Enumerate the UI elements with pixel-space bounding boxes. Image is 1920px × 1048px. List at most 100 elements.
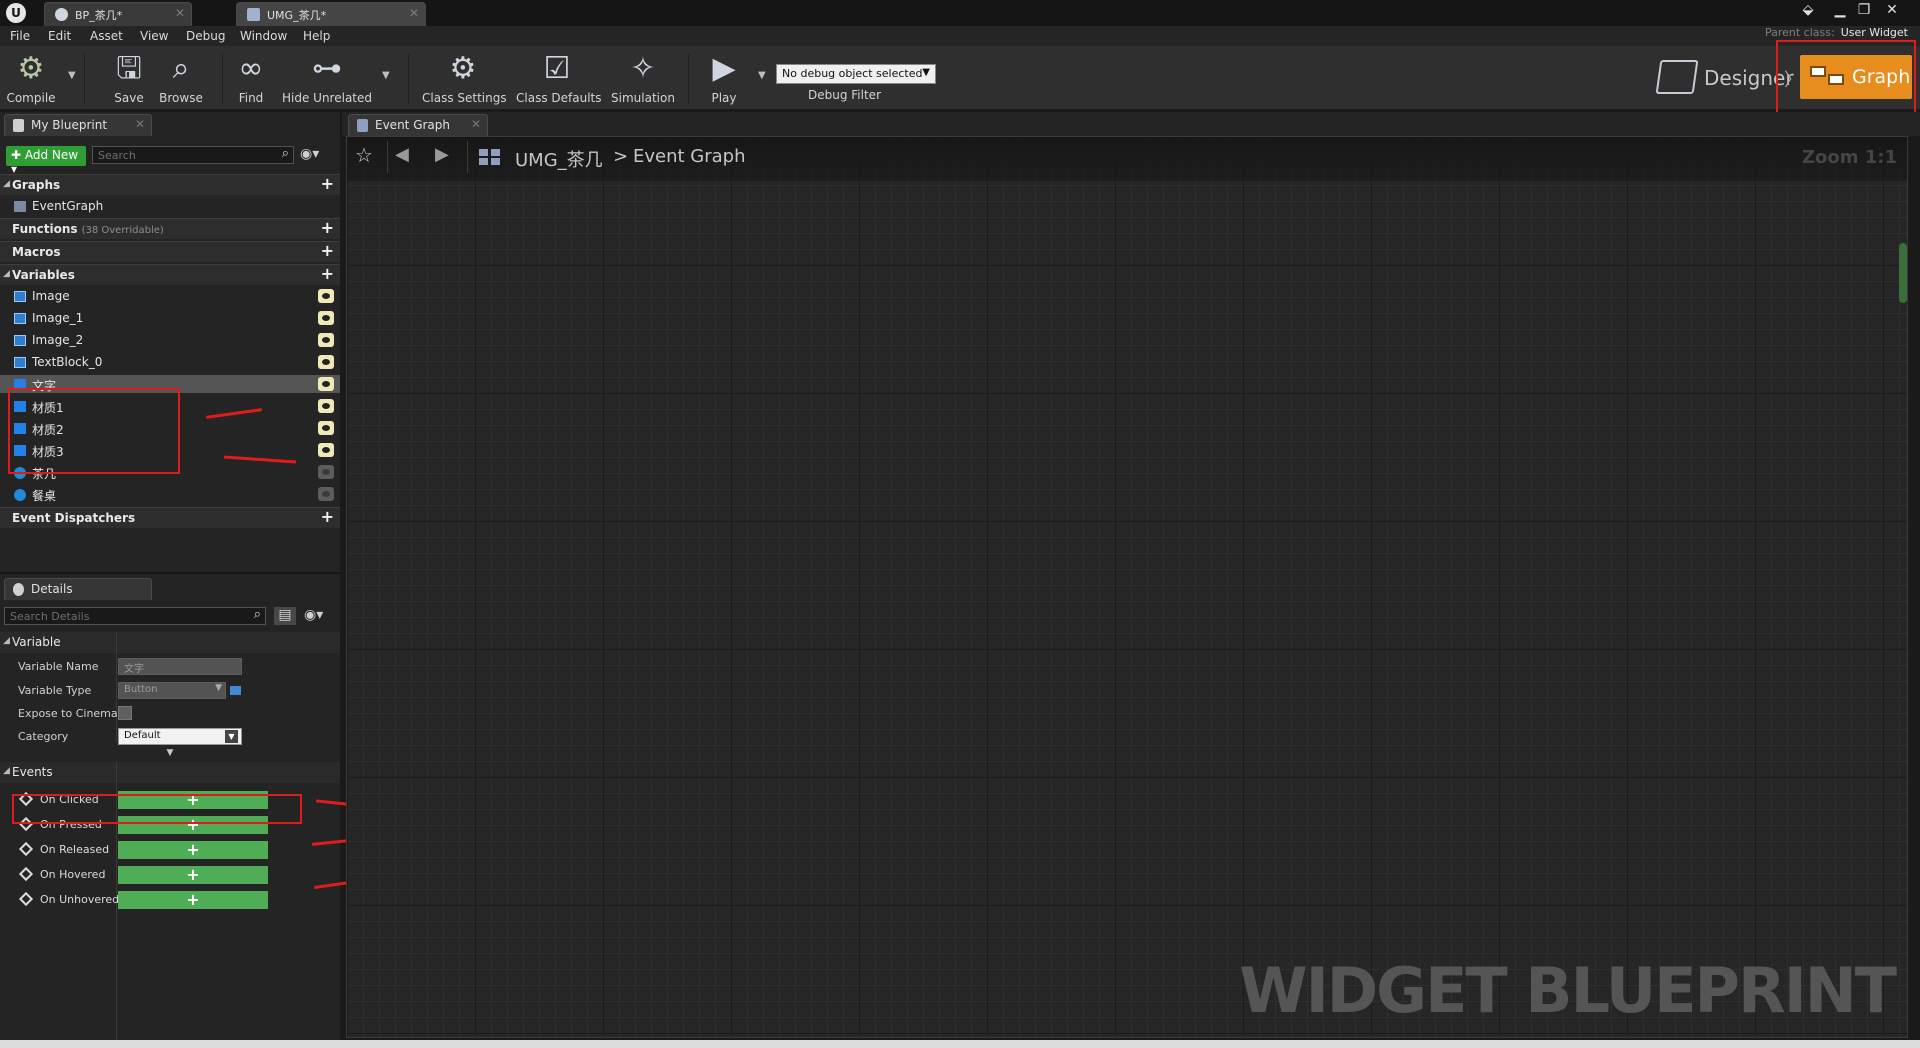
my-blueprint-search-input[interactable]: Search ⌕ (92, 146, 294, 164)
visibility-eye-icon[interactable] (318, 355, 334, 369)
minimize-button[interactable]: ▁ (1828, 1, 1852, 21)
variable-row[interactable]: Image_2 (0, 331, 340, 349)
section-events[interactable]: ◢ Events (0, 762, 340, 783)
visibility-eye-icon[interactable] (318, 465, 334, 479)
visibility-eye-icon[interactable] (318, 399, 334, 413)
menu-help[interactable]: Help (303, 29, 330, 43)
save-button[interactable]: 🖫 Save (106, 50, 152, 108)
panel-splitter[interactable] (0, 572, 340, 574)
visibility-eye-icon[interactable] (318, 333, 334, 347)
section-title: Events (12, 765, 53, 779)
details-search-input[interactable]: Search Details ⌕ (4, 607, 266, 625)
favorite-star-icon[interactable]: ☆ (355, 143, 373, 167)
tab-details[interactable]: Details (4, 578, 152, 600)
forward-arrow-icon[interactable]: ▶ (435, 144, 449, 165)
section-title: Event Dispatchers (12, 511, 136, 525)
compile-button[interactable]: ⚙ Compile (4, 50, 58, 108)
breadcrumb-root[interactable]: UMG_茶几 (515, 146, 603, 172)
debug-object-select[interactable]: No debug object selected ▼ (776, 64, 936, 84)
play-options-dropdown-icon[interactable]: ▼ (758, 70, 766, 81)
close-window-button[interactable]: ✕ (1880, 1, 1904, 21)
section-variables[interactable]: ◢ Variables + (0, 264, 340, 285)
unreal-logo-icon[interactable]: U (6, 3, 26, 23)
hide-unrelated-button[interactable]: ⊶ Hide Unrelated (282, 50, 372, 108)
advanced-expand-icon[interactable]: ▼ (0, 748, 340, 760)
variable-row[interactable]: 餐桌 (0, 485, 340, 503)
section-event-dispatchers[interactable]: Event Dispatchers + (0, 507, 340, 528)
menu-window[interactable]: Window (240, 29, 287, 43)
add-new-button[interactable]: ✚ Add New ▾ (6, 146, 86, 176)
find-button[interactable]: ∞ Find (228, 50, 274, 108)
details-magnifier-icon (13, 583, 24, 596)
menu-view[interactable]: View (140, 29, 168, 43)
tab-bp-tea-table[interactable]: BP_茶几* ✕ (44, 2, 192, 26)
back-arrow-icon[interactable]: ◀ (395, 144, 409, 165)
menu-edit[interactable]: Edit (48, 29, 71, 43)
add-on-unhovered-event-button[interactable]: + (118, 891, 268, 909)
add-function-icon[interactable]: + (321, 218, 334, 237)
visibility-eye-icon[interactable] (318, 487, 334, 501)
expand-triangle-icon: ◢ (3, 636, 10, 646)
add-on-hovered-event-button[interactable]: + (118, 866, 268, 884)
find-label: Find (238, 91, 264, 105)
add-graph-icon[interactable]: + (321, 174, 334, 193)
single-variable-icon[interactable] (230, 686, 241, 695)
menu-debug[interactable]: Debug (186, 29, 225, 43)
section-functions[interactable]: Functions (38 Overridable) + (0, 218, 340, 239)
hide-unrelated-dropdown-icon[interactable]: ▼ (382, 70, 390, 81)
image-widget-icon (14, 291, 26, 302)
section-variable[interactable]: ◢ Variable (0, 632, 340, 653)
play-button[interactable]: ▶ Play (700, 50, 748, 108)
variable-row[interactable]: Image_1 (0, 309, 340, 327)
category-select[interactable]: Default ▼ (118, 728, 242, 745)
variable-type-select[interactable]: Button ▼ (118, 682, 226, 699)
close-icon[interactable]: ✕ (135, 117, 145, 131)
menu-asset[interactable]: Asset (90, 29, 123, 43)
details-column-splitter[interactable] (116, 632, 117, 742)
simulation-button[interactable]: ✧ Simulation (608, 50, 678, 108)
close-icon[interactable]: ✕ (471, 117, 481, 131)
compile-options-dropdown-icon[interactable]: ▼ (68, 70, 76, 81)
event-graph-icon (357, 119, 368, 132)
visibility-eye-icon[interactable] (318, 443, 334, 457)
maximize-button[interactable]: ❐ (1852, 1, 1876, 21)
notification-icon[interactable]: ⬙ (1796, 1, 1820, 21)
class-settings-button[interactable]: ⚙ Class Settings (422, 50, 507, 108)
section-graphs[interactable]: ◢ Graphs + (0, 174, 340, 195)
visibility-eye-icon[interactable] (318, 311, 334, 325)
visibility-eye-icon[interactable] (318, 289, 334, 303)
expose-to-cinematics-checkbox[interactable] (118, 706, 132, 720)
tree-item-eventgraph[interactable]: EventGraph (0, 197, 340, 215)
graph-tab-bar: Event Graph ✕ (342, 112, 1920, 136)
tab-my-blueprint[interactable]: My Blueprint ✕ (4, 114, 152, 136)
widget-graph-icon (479, 149, 501, 165)
view-options-eye-icon[interactable]: ◉▾ (300, 146, 319, 162)
menu-file[interactable]: File (10, 29, 30, 43)
variable-row[interactable]: TextBlock_0 (0, 353, 340, 371)
parent-class-value[interactable]: User Widget (1841, 26, 1908, 39)
event-row-on-hovered: On Hovered + (0, 863, 340, 887)
tab-umg-tea-table[interactable]: UMG_茶几* ✕ (236, 2, 426, 26)
variable-name-input[interactable]: 文字 (118, 658, 242, 675)
close-icon[interactable]: ✕ (175, 6, 185, 20)
event-graph-canvas[interactable]: ☆ ◀ ▶ UMG_茶几 > Event Graph Zoom 1:1 WIDG… (346, 136, 1908, 1038)
graph-scrollbar[interactable] (1899, 243, 1907, 303)
add-macro-icon[interactable]: + (321, 241, 334, 260)
add-variable-icon[interactable]: + (321, 264, 334, 283)
visibility-eye-icon[interactable] (318, 377, 334, 391)
property-matrix-icon[interactable]: ▤ (274, 607, 296, 625)
expand-triangle-icon: ◢ (3, 269, 10, 279)
view-options-eye-icon[interactable]: ◉▾ (304, 607, 323, 623)
overridable-count: (38 Overridable) (81, 225, 164, 236)
search-icon: ⌕ (281, 146, 289, 161)
browse-button[interactable]: ⌕ Browse (156, 50, 206, 108)
add-on-released-event-button[interactable]: + (118, 841, 268, 859)
tab-event-graph[interactable]: Event Graph ✕ (348, 114, 488, 136)
visibility-eye-icon[interactable] (318, 421, 334, 435)
search-placeholder: Search Details (10, 610, 90, 623)
close-icon[interactable]: ✕ (409, 6, 419, 20)
add-dispatcher-icon[interactable]: + (321, 507, 334, 526)
section-macros[interactable]: Macros + (0, 241, 340, 262)
class-defaults-button[interactable]: ☑ Class Defaults (516, 50, 601, 108)
variable-row[interactable]: Image (0, 287, 340, 305)
